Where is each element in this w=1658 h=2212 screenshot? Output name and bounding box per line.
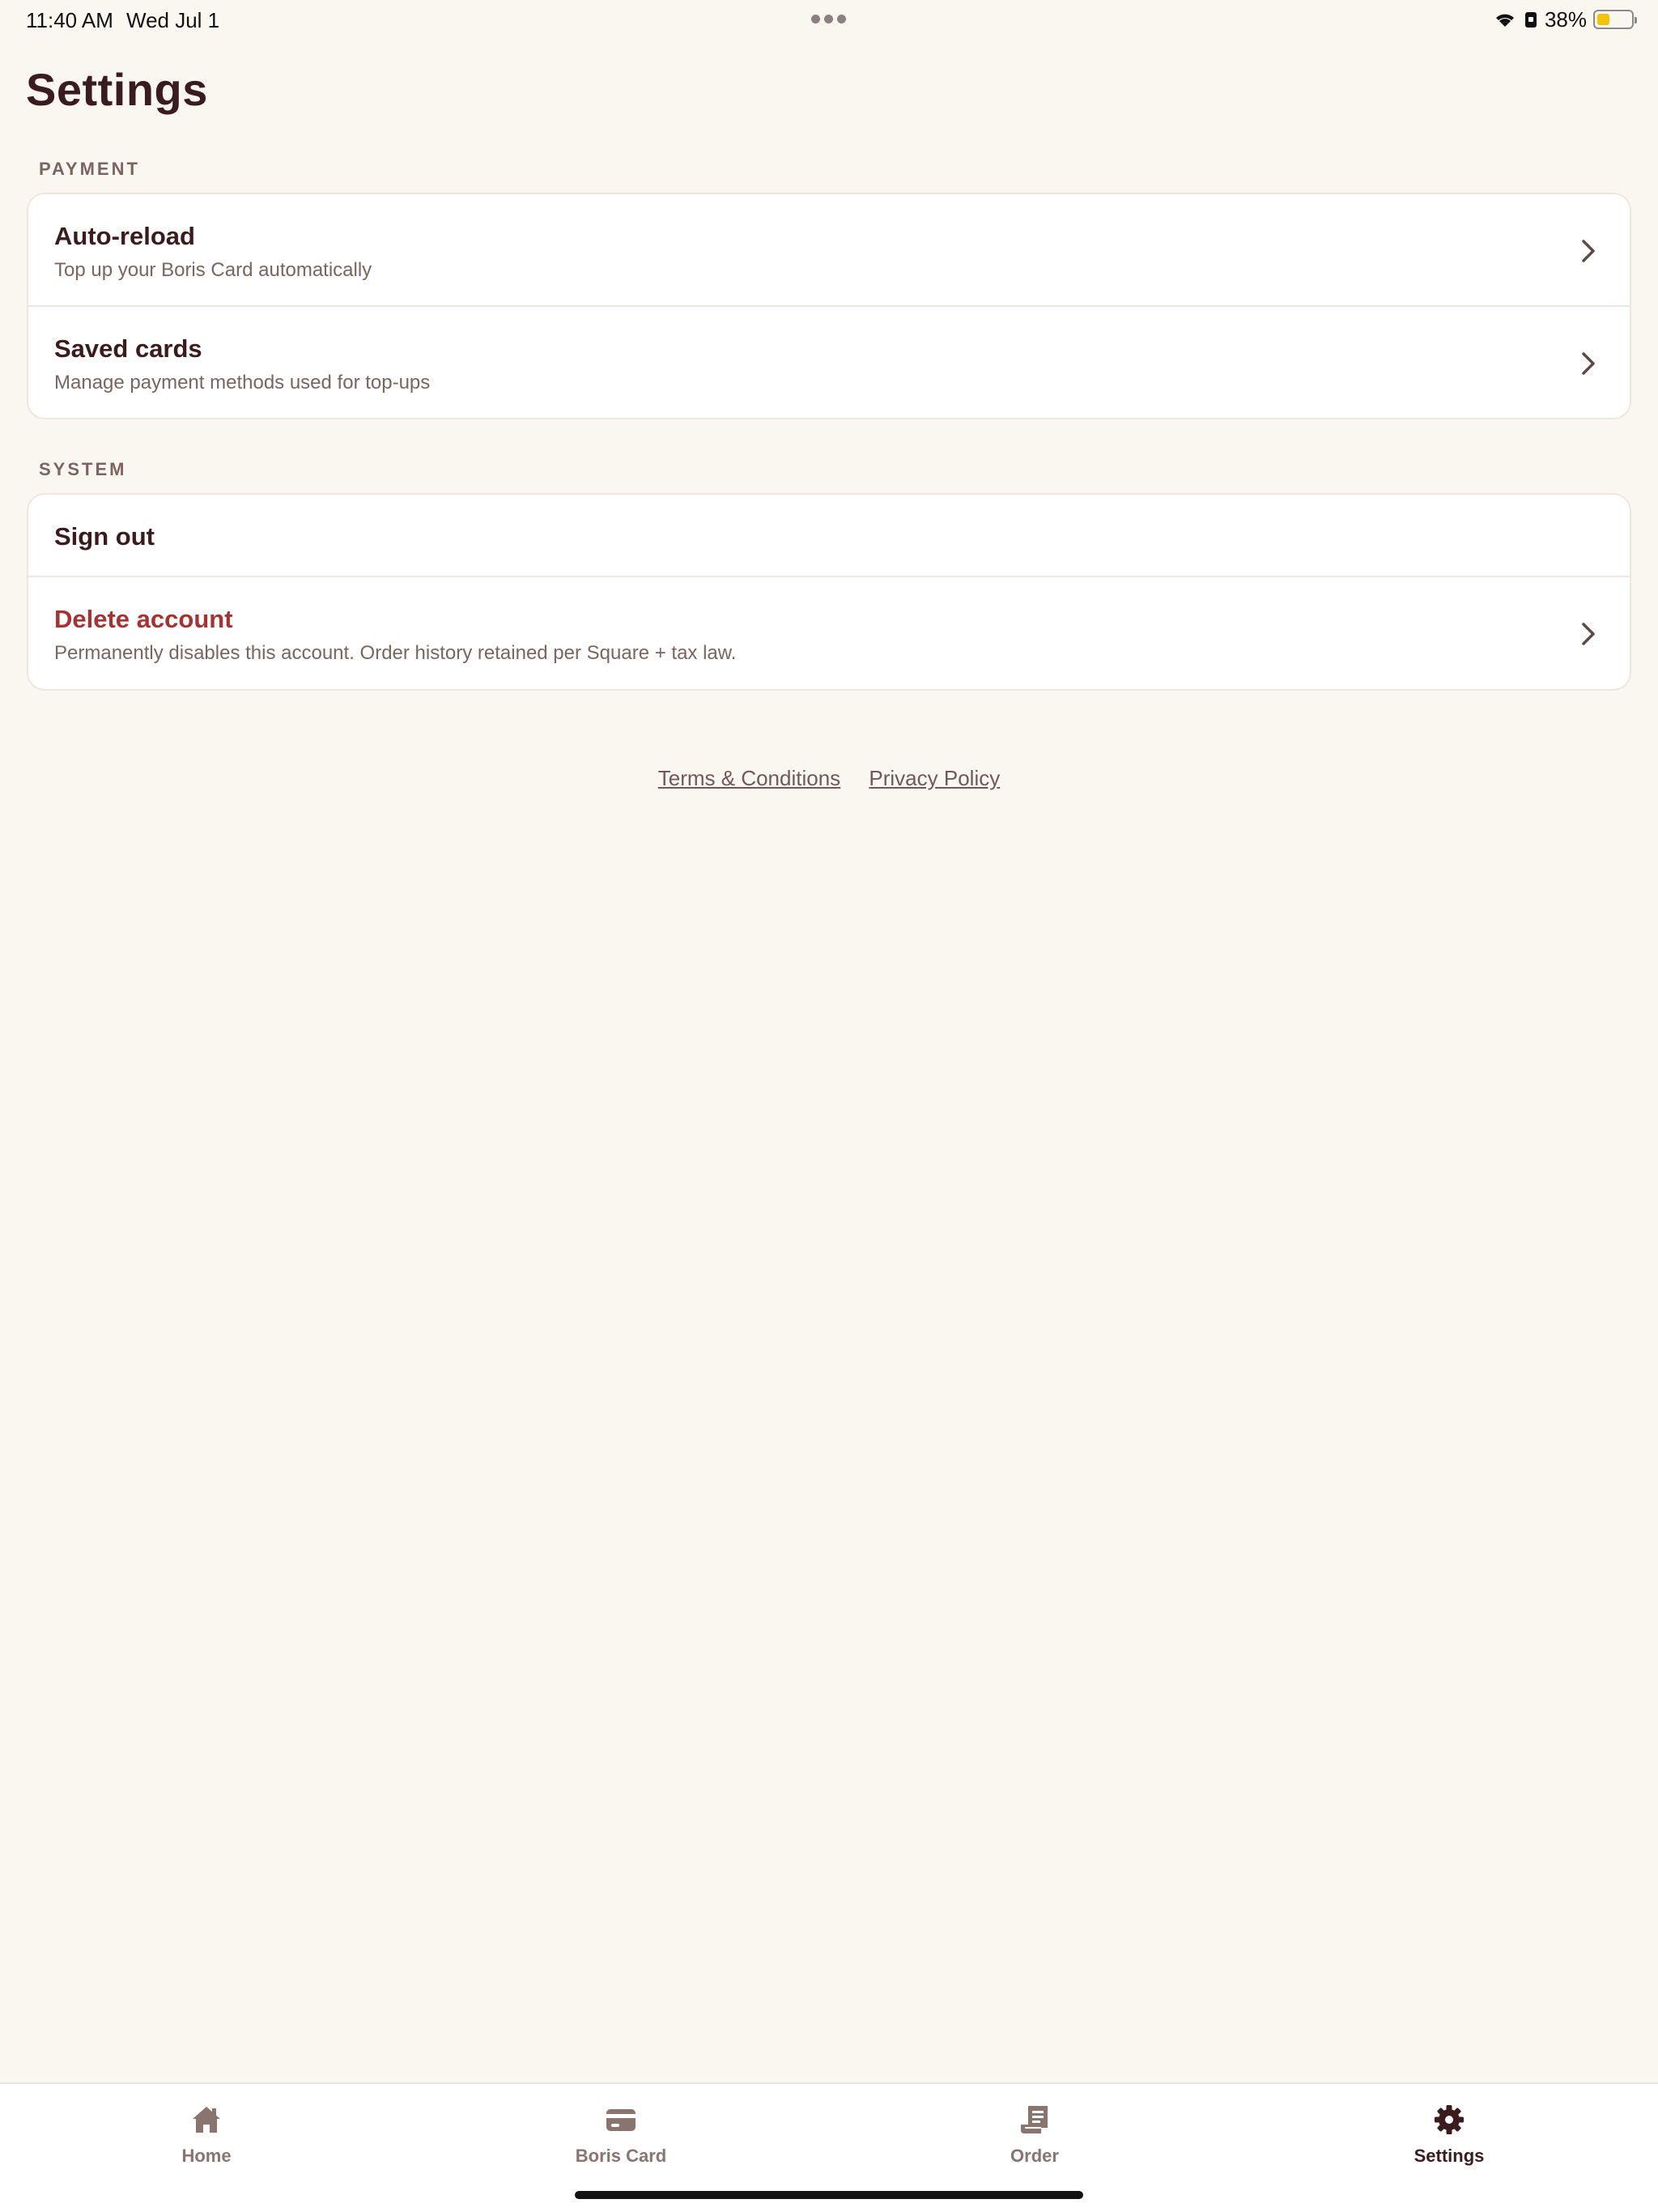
- home-icon: [193, 2107, 220, 2133]
- payment-group: Auto-reload Top up your Boris Card autom…: [27, 193, 1631, 419]
- multitasking-dots-icon[interactable]: [811, 15, 847, 24]
- chevron-right-icon: [1582, 240, 1595, 262]
- status-bar: 11:40 AM Wed Jul 1 38%: [0, 0, 1658, 39]
- delete-account-row[interactable]: Delete account Permanently disables this…: [28, 577, 1630, 689]
- status-date: Wed Jul 1: [126, 8, 220, 32]
- section-label-payment: PAYMENT: [39, 159, 140, 179]
- card-icon: [606, 2109, 636, 2131]
- saved-cards-row[interactable]: Saved cards Manage payment methods used …: [28, 307, 1630, 418]
- status-indicators: 38%: [1493, 6, 1637, 32]
- auto-reload-title: Auto-reload: [54, 222, 195, 250]
- home-indicator[interactable]: [575, 2191, 1083, 2199]
- battery-percent: 38%: [1544, 6, 1587, 32]
- auto-reload-row[interactable]: Auto-reload Top up your Boris Card autom…: [28, 194, 1630, 307]
- saved-cards-subtitle: Manage payment methods used for top-ups: [54, 372, 431, 393]
- tab-home-label: Home: [181, 2146, 232, 2166]
- tab-order-label: Order: [1010, 2146, 1059, 2166]
- settings-screen: 11:40 AM Wed Jul 1 38% Settings PAYMENT: [0, 0, 1658, 2212]
- auto-reload-subtitle: Top up your Boris Card automatically: [54, 259, 372, 281]
- chevron-right-icon: [1582, 352, 1595, 375]
- chevron-right-icon: [1582, 623, 1595, 645]
- tab-settings-label: Settings: [1414, 2146, 1485, 2166]
- lock-rotation-icon: [1524, 12, 1537, 28]
- sign-out-row[interactable]: Sign out: [28, 495, 1630, 577]
- tab-boris-card-label: Boris Card: [575, 2146, 667, 2166]
- page-title: Settings: [26, 64, 208, 115]
- privacy-link[interactable]: Privacy Policy: [869, 766, 1000, 790]
- system-group: Sign out Delete account Permanently disa…: [27, 493, 1631, 691]
- legal-links: Terms & Conditions Privacy Policy: [0, 766, 1658, 791]
- wifi-icon: [1495, 14, 1514, 27]
- tab-boris-card[interactable]: Boris Card: [500, 2084, 742, 2181]
- tab-order[interactable]: Order: [913, 2084, 1156, 2181]
- delete-account-title: Delete account: [54, 605, 233, 633]
- gear-icon: [1435, 2105, 1464, 2134]
- sign-out-title: Sign out: [54, 522, 155, 551]
- battery-fill: [1597, 14, 1609, 25]
- status-time: 11:40 AM: [26, 8, 113, 32]
- tab-home[interactable]: Home: [85, 2084, 328, 2181]
- receipt-icon: [1021, 2106, 1048, 2133]
- tab-settings[interactable]: Settings: [1328, 2084, 1571, 2181]
- saved-cards-title: Saved cards: [54, 334, 202, 363]
- terms-link[interactable]: Terms & Conditions: [658, 766, 840, 790]
- delete-account-subtitle: Permanently disables this account. Order…: [54, 642, 737, 664]
- section-label-system: SYSTEM: [39, 459, 127, 479]
- battery-icon: [1593, 10, 1637, 29]
